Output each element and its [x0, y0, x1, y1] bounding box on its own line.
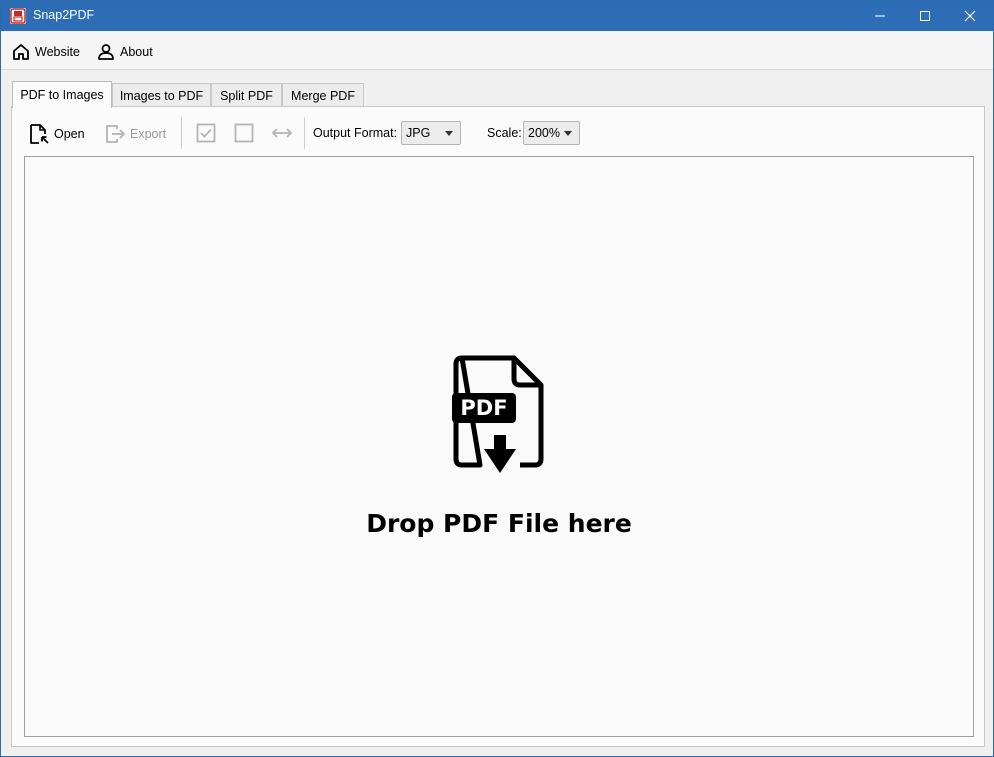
open-button[interactable]: Open [28, 121, 85, 147]
pdf-drop-zone[interactable]: PDF Drop PDF File here [24, 156, 974, 737]
output-format-value: JPG [406, 126, 431, 140]
tab-panel-pdf-to-images: Open Export Output Format: JPG Scale: 20… [11, 106, 985, 747]
tab-split-pdf[interactable]: Split PDF [211, 83, 282, 107]
maximize-button[interactable] [902, 1, 948, 31]
window-title: Snap2PDF [33, 8, 95, 22]
open-label: Open [54, 127, 85, 141]
drop-message: Drop PDF File here [366, 509, 632, 538]
tab-images-to-pdf[interactable]: Images to PDF [112, 83, 211, 107]
checkbox-checked-icon [196, 123, 216, 143]
toolbar-divider [304, 117, 305, 149]
app-window: Snap2PDF Website About PDF to Images Ima… [0, 0, 994, 757]
open-file-icon [30, 124, 49, 144]
website-menu-item[interactable]: Website [12, 41, 80, 63]
title-bar[interactable]: Snap2PDF [1, 1, 993, 31]
tab-pdf-to-images[interactable]: PDF to Images [12, 81, 112, 108]
scale-label: Scale: [487, 126, 522, 140]
about-label: About [120, 45, 153, 59]
deselect-all-button[interactable] [233, 122, 255, 144]
website-label: Website [35, 45, 80, 59]
pdf-icon-text: PDF [460, 396, 507, 420]
scale-value: 200% [528, 126, 560, 140]
export-button[interactable]: Export [104, 121, 166, 147]
close-button[interactable] [947, 1, 993, 31]
maximize-icon [920, 11, 930, 21]
app-logo-icon [10, 8, 26, 24]
swap-horizontal-icon [271, 128, 293, 138]
pdf-download-icon: PDF [452, 355, 544, 473]
about-menu-item[interactable]: About [97, 41, 153, 63]
tab-merge-pdf[interactable]: Merge PDF [282, 83, 364, 107]
invert-selection-button[interactable] [271, 122, 293, 144]
export-icon [106, 125, 126, 143]
export-label: Export [130, 127, 167, 141]
home-icon [13, 44, 29, 60]
chevron-down-icon [564, 131, 572, 136]
select-all-button[interactable] [195, 122, 217, 144]
close-icon [964, 10, 976, 22]
minimize-button[interactable] [857, 1, 903, 31]
minimize-icon [875, 15, 885, 17]
chevron-down-icon [445, 131, 453, 136]
output-format-label: Output Format: [313, 126, 398, 140]
menu-bar: Website About [1, 32, 993, 70]
toolbar-divider [181, 117, 182, 149]
scale-select[interactable]: 200% [523, 121, 580, 145]
output-format-select[interactable]: JPG [401, 121, 461, 145]
user-icon [98, 44, 114, 60]
checkbox-empty-icon [234, 123, 254, 143]
